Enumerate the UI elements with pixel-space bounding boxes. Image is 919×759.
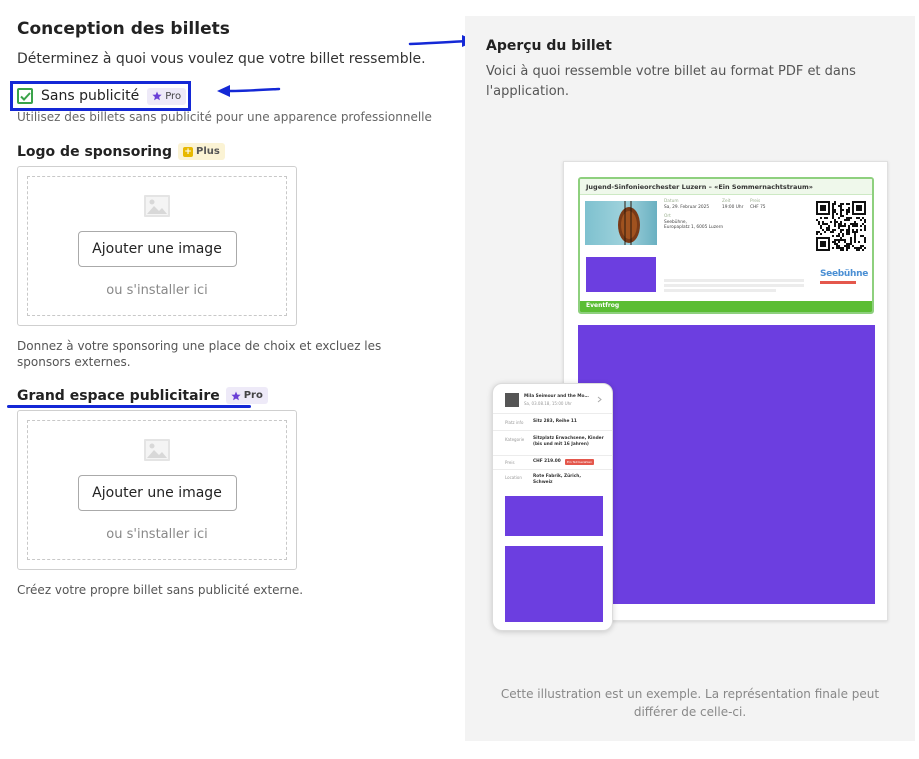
ad-space-label: Grand espace publicitaire <box>17 387 220 404</box>
phone-price-label: Preis <box>505 460 515 465</box>
ad-space-dropzone[interactable]: Ajouter une image ou s'installer ici <box>27 420 287 560</box>
ticket-sponsor-bar <box>820 281 856 284</box>
pro-badge: Pro <box>225 387 268 404</box>
qr-code-icon <box>816 201 866 251</box>
ticket-date: Datum Sa, 29. Februar 2025 <box>664 199 709 210</box>
ticket-event-image <box>585 201 657 245</box>
image-placeholder-icon <box>144 195 170 217</box>
ad-space-description: Créez votre propre billet sans publicité… <box>17 583 304 597</box>
ticket-fineprint <box>664 279 804 292</box>
pro-badge-text: Pro <box>243 390 263 401</box>
phone-location-label: Location <box>505 475 522 480</box>
annotation-highlight-box <box>10 81 191 111</box>
sponsor-logo-upload[interactable]: Ajouter une image ou s'installer ici <box>17 166 297 326</box>
phone-price-badge: Ein Tell bezahlen <box>565 459 595 465</box>
phone-category-row: Kategorie Sitzplatz Erwachsene, Kinder (… <box>493 431 612 456</box>
ticket-event-title: Jugend-Sinfonieorchester Luzern – «Ein S… <box>586 183 813 191</box>
plus-square-icon: + <box>183 146 194 157</box>
violin-image <box>618 201 640 245</box>
ticket-venue: Ort Seebühne, Europaplatz 1, 6005 Luzern <box>664 214 723 231</box>
annotation-underline <box>7 405 251 408</box>
ticket-header: Jugend-Sinfonieorchester Luzern – «Ein S… <box>580 179 872 195</box>
ad-space-add-image-button[interactable]: Ajouter une image <box>77 475 237 511</box>
ticket-price: Preis CHF 75 <box>750 199 766 210</box>
star-icon <box>231 391 241 400</box>
phone-category-value-1: Sitzplatz Erwachsene, Kinder <box>533 436 604 441</box>
pdf-ticket-card: Jugend-Sinfonieorchester Luzern – «Ein S… <box>578 177 874 314</box>
phone-event-date: Sa, 03.08.18, 15:00 Uhr <box>524 401 572 406</box>
preview-description: Voici à quoi ressemble votre billet au f… <box>486 64 856 99</box>
sponsor-logo-dropzone[interactable]: Ajouter une image ou s'installer ici <box>27 176 287 316</box>
page-subtitle: Déterminez à quoi vous voulez que votre … <box>17 51 426 67</box>
ticket-small-ad <box>586 257 656 292</box>
no-ads-hint: Utilisez des billets sans publicité pour… <box>17 110 432 124</box>
preview-disclaimer: Cette illustration est un exemple. La re… <box>500 687 880 719</box>
ticket-date-value: Sa, 29. Februar 2025 <box>664 204 710 210</box>
phone-location-value-2: Schweiz <box>533 480 553 485</box>
arrow-annotation-icon <box>217 85 281 97</box>
app-ticket-phone: Mila Seimour and the Mo… Sa, 03.08.18, 1… <box>492 383 613 631</box>
phone-category-label: Kategorie <box>505 437 525 442</box>
phone-category-value-2: (bis und mit 16 Jahren) <box>533 442 589 447</box>
plus-badge: + Plus <box>178 143 225 160</box>
chevron-right-icon <box>597 396 602 403</box>
ad-space-drop-hint: ou s'installer ici <box>106 527 208 542</box>
sponsor-drop-hint: ou s'installer ici <box>106 283 208 298</box>
ticket-venue-line2: Europaplatz 1, 6005 Luzern <box>664 225 724 230</box>
ticket-price-value: CHF 75 <box>750 204 766 210</box>
phone-place-label: Platz info <box>505 420 524 425</box>
phone-place-row: Platz info Sitz 283, Reihe 11 <box>493 414 612 431</box>
phone-event-thumb <box>505 393 519 407</box>
phone-ad-small <box>505 496 603 536</box>
image-placeholder-icon <box>144 439 170 461</box>
phone-price-row: Preis CHF 219.00 Ein Tell bezahlen <box>493 456 612 470</box>
phone-event-title: Mila Seimour and the Mo… <box>524 394 589 399</box>
sponsor-logo-description: Donnez à votre sponsoring une place de c… <box>17 339 382 369</box>
ticket-time: Zeit 19:00 Uhr <box>722 199 743 210</box>
plus-badge-text: Plus <box>196 146 220 157</box>
page-title: Conception des billets <box>17 19 230 39</box>
phone-ad-large <box>505 546 603 622</box>
ticket-footer: Eventfrog <box>580 301 872 312</box>
phone-event-header: Mila Seimour and the Mo… Sa, 03.08.18, 1… <box>493 384 612 414</box>
phone-location-row: Location Rote Fabrik, Zürich, Schweiz <box>493 470 612 492</box>
sponsor-logo-heading: Logo de sponsoring + Plus <box>17 143 225 160</box>
preview-title: Aperçu du billet <box>486 38 612 54</box>
phone-place-value: Sitz 283, Reihe 11 <box>533 419 577 424</box>
ticket-footer-brand: Eventfrog <box>586 302 620 309</box>
sponsor-add-image-button[interactable]: Ajouter une image <box>77 231 237 267</box>
sponsor-logo-label: Logo de sponsoring <box>17 143 173 160</box>
ticket-sponsor-logo: Seebühne <box>820 269 869 279</box>
phone-location-value-1: Rote Fabrik, Zürich, <box>533 474 581 479</box>
phone-price-value: CHF 219.00 <box>533 459 561 464</box>
ticket-large-ad <box>578 325 875 604</box>
ad-space-heading: Grand espace publicitaire Pro <box>17 387 268 404</box>
ad-space-upload[interactable]: Ajouter une image ou s'installer ici <box>17 410 297 570</box>
ticket-time-value: 19:00 Uhr <box>722 204 744 210</box>
